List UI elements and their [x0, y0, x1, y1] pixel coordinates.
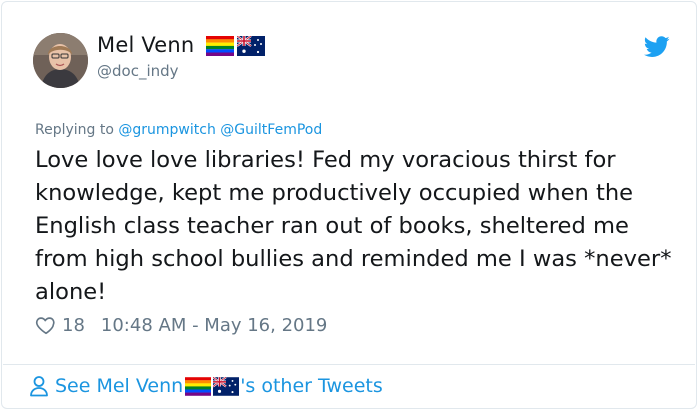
see-other-tweets-link[interactable]: See Mel Venn 's other Tweets — [29, 375, 383, 397]
mention-link[interactable]: @GuiltFemPod — [220, 122, 322, 138]
mention-link[interactable]: @grumpwitch — [118, 122, 215, 138]
replying-to-label: Replying to — [35, 122, 114, 138]
heart-icon[interactable] — [35, 314, 57, 336]
tweet-meta: 18 10:48 AM - May 16, 2019 — [35, 314, 327, 336]
author-flags — [185, 376, 240, 396]
see-other-tweets-prefix: See Mel Venn — [55, 375, 184, 397]
replying-to-line: Replying to @grumpwitch @GuiltFemPod — [35, 122, 322, 138]
timestamp[interactable]: 10:48 AM - May 16, 2019 — [101, 315, 327, 336]
avatar-photo — [33, 33, 88, 88]
divider — [3, 364, 695, 365]
author-handle[interactable]: @doc_indy — [97, 62, 179, 80]
tweet-text: Love love love libraries! Fed my voracio… — [35, 147, 672, 305]
rainbow-flag-icon — [185, 376, 212, 396]
tweet-card: Mel Venn @doc_indy Replying to @grumpwit… — [1, 1, 697, 409]
see-other-tweets-suffix: 's other Tweets — [240, 375, 383, 397]
author-name[interactable]: Mel Venn — [97, 33, 194, 57]
person-icon — [30, 376, 48, 397]
twitter-bird-icon[interactable] — [644, 36, 670, 58]
rainbow-flag-icon — [206, 36, 234, 56]
like-count[interactable]: 18 — [62, 315, 85, 336]
australia-flag-icon — [213, 376, 240, 396]
author-flags — [206, 36, 265, 56]
australia-flag-icon — [237, 36, 265, 56]
avatar[interactable] — [33, 33, 88, 88]
